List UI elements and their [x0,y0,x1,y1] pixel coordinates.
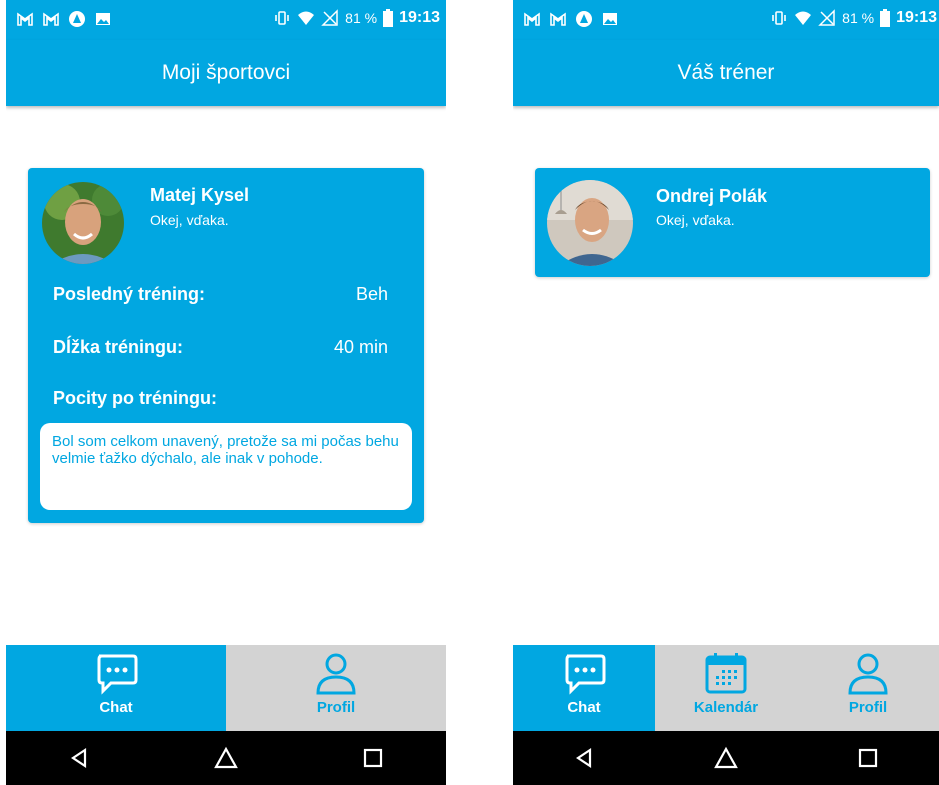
chat-icon [565,654,606,695]
vibrate-icon [275,11,289,25]
tab-chat[interactable]: Chat [6,645,226,731]
image-icon [603,13,617,25]
page-title: Váš tréner [677,61,775,84]
athlete-card[interactable]: Matej Kysel Okej, vďaka. Posledný trénin… [28,168,424,523]
battery-icon [880,9,891,27]
calendar-icon [705,653,747,694]
last-training-label: Posledný tréning: [53,284,206,304]
battery-percent: 81 % [345,10,378,26]
avatar [42,182,124,264]
tab-profile-label: Profil [316,699,356,716]
tab-calendar-label: Kalendár [693,699,759,716]
coach-card[interactable]: Ondrej Polák Okej, vďaka. [535,168,930,277]
profile-icon [848,653,888,695]
signal-off-icon [818,9,835,26]
page-title: Moji športovci [161,61,291,84]
coach-photo [547,180,633,266]
coach-screen: 81 % 19:13 Váš tréner Ondrej Polák Okej,… [513,0,939,785]
tab-profile[interactable]: Profil [226,645,446,731]
recents-icon[interactable] [856,746,880,770]
wifi-icon [298,11,315,25]
bottom-navigation: Chat Kalendár Profil [513,645,939,731]
coach-name: Ondrej Polák [656,186,768,206]
status-bar: 81 % 19:13 [6,0,446,40]
athletes-screen: 81 % 19:13 Moji športovci Matej Kysel Ok… [6,0,446,785]
status-bar: 81 % 19:13 [513,0,939,40]
gmail-icon [524,12,540,26]
last-message: Okej, vďaka. [656,212,735,228]
feelings-text: Bol som celkom unavený, pretože sa mi po… [40,423,412,510]
duration-value: 40 min [333,337,388,357]
back-icon[interactable] [67,746,91,770]
back-icon[interactable] [572,746,596,770]
profile-icon [316,653,356,695]
home-icon[interactable] [714,746,738,770]
chat-icon [97,654,138,695]
tab-profile-label: Profil [848,699,888,716]
tab-chat-label: Chat [99,699,133,716]
feelings-label: Pocity po tréningu: [53,388,217,408]
tab-chat[interactable]: Chat [513,645,655,731]
tab-profile[interactable]: Profil [797,645,939,731]
avatar [547,180,633,266]
tab-chat-label: Chat [567,699,601,716]
app-notification-icon [576,11,592,27]
system-navigation-bar [513,731,939,785]
app-notification-icon [69,11,85,27]
app-bar: Moji športovci [6,40,446,106]
system-navigation-bar [6,731,446,785]
duration-label: Dĺžka tréningu: [53,337,184,357]
signal-off-icon [321,9,338,26]
last-message: Okej, vďaka. [150,212,229,228]
clock: 19:13 [896,9,937,26]
home-icon[interactable] [214,746,238,770]
athlete-photo [42,182,124,264]
last-training-value: Beh [355,284,388,304]
image-icon [96,13,110,25]
app-bar: Váš tréner [513,40,939,106]
wifi-icon [795,11,812,25]
gmail-icon [17,12,33,26]
battery-percent: 81 % [842,10,875,26]
gmail-icon [550,12,566,26]
clock: 19:13 [399,9,440,26]
recents-icon[interactable] [361,746,385,770]
gmail-icon [43,12,59,26]
tab-calendar[interactable]: Kalendár [655,645,797,731]
bottom-navigation: Chat Profil [6,645,446,731]
battery-icon [383,9,394,27]
vibrate-icon [772,11,786,25]
athlete-name: Matej Kysel [150,185,250,205]
